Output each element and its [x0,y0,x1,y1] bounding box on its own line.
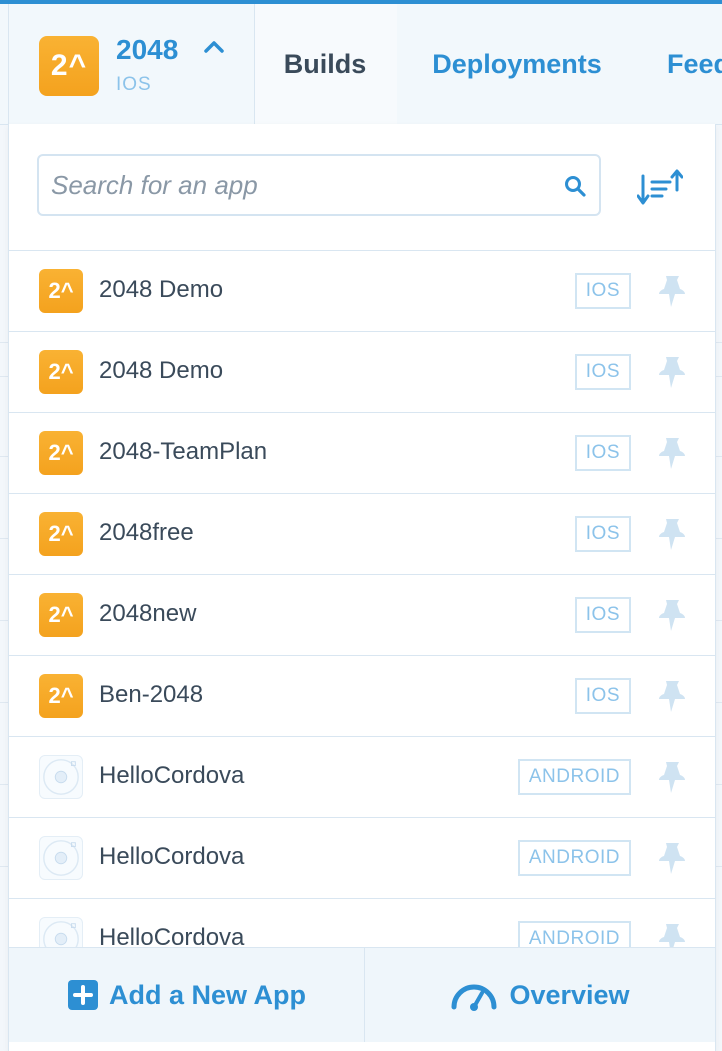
chevron-up-icon [203,34,225,62]
add-new-app-label: Add a New App [108,979,306,1010]
platform-badge: IOS [574,273,631,309]
2048-app-icon: 2^ [39,512,83,556]
app-list-item[interactable]: HelloCordova ANDROID [9,818,715,899]
2048-app-icon: 2^ [39,269,83,313]
sort-icon[interactable] [637,168,683,208]
pin-icon[interactable] [657,435,687,471]
pin-icon[interactable] [657,921,687,948]
pin-icon[interactable] [657,597,687,633]
platform-badge: IOS [574,435,631,471]
app-list-item[interactable]: HelloCordova ANDROID [9,737,715,818]
cordova-app-icon [39,755,83,799]
tab-deployments[interactable]: Deployments [397,4,638,124]
platform-badge: ANDROID [517,921,631,948]
pin-icon[interactable] [657,516,687,552]
app-list-item[interactable]: HelloCordova ANDROID [9,899,715,948]
tab-builds[interactable]: Builds [253,4,398,124]
pin-icon[interactable] [657,678,687,714]
speedometer-icon [451,984,497,1011]
app-list-item[interactable]: 2^ Ben-2048 IOS [9,656,715,737]
cordova-app-icon [39,836,83,880]
current-app-platform: IOS [116,74,152,95]
app-list-item[interactable]: 2^ 2048 Demo IOS [9,251,715,332]
2048-app-icon: 2^ [39,593,83,637]
tab-feed[interactable]: Feed [637,4,722,124]
app-name: 2048 Demo [99,357,224,384]
plus-square-icon [67,980,98,1010]
app-name: HelloCordova [99,924,245,948]
app-list: 2^ 2048 Demo IOS 2^ 2048 Demo IOS 2^ 204… [9,250,715,948]
pin-icon[interactable] [657,354,687,390]
pin-icon[interactable] [657,273,687,309]
platform-badge: ANDROID [517,759,631,795]
search-input[interactable] [39,156,551,214]
platform-badge: IOS [574,354,631,390]
app-list-item[interactable]: 2^ 2048 Demo IOS [9,332,715,413]
app-name: HelloCordova [99,843,245,870]
platform-badge: ANDROID [517,840,631,876]
pin-icon[interactable] [657,759,687,795]
platform-badge: IOS [574,597,631,633]
current-app-icon: 2^ [39,36,99,96]
current-app-name: 2048 [116,34,179,65]
pin-icon[interactable] [657,840,687,876]
app-name: 2048new [99,600,197,627]
app-name: 2048free [99,519,194,546]
overview-button[interactable]: Overview [364,948,715,1042]
app-name: 2048 Demo [99,276,224,303]
app-name: 2048-TeamPlan [99,438,268,465]
search-icon[interactable] [563,174,587,198]
app-switcher-dropdown: 2^ 2048 Demo IOS 2^ 2048 Demo IOS 2^ 204… [8,124,716,1051]
2048-app-icon: 2^ [39,431,83,475]
cordova-app-icon [39,917,83,948]
app-list-item[interactable]: 2^ 2048-TeamPlan IOS [9,413,715,494]
platform-badge: IOS [574,516,631,552]
overview-label: Overview [509,979,630,1010]
2048-app-icon: 2^ [39,350,83,394]
search-box [37,154,601,216]
dropdown-footer: Add a New App Overview [9,947,715,1042]
app-switcher[interactable]: 2^ 2048 IOS [8,4,255,125]
add-new-app-button[interactable]: Add a New App [9,948,365,1042]
app-list-item[interactable]: 2^ 2048free IOS [9,494,715,575]
app-name: Ben-2048 [99,681,204,708]
2048-app-icon: 2^ [39,674,83,718]
app-name: HelloCordova [99,762,245,789]
app-list-item[interactable]: 2^ 2048new IOS [9,575,715,656]
platform-badge: IOS [574,678,631,714]
